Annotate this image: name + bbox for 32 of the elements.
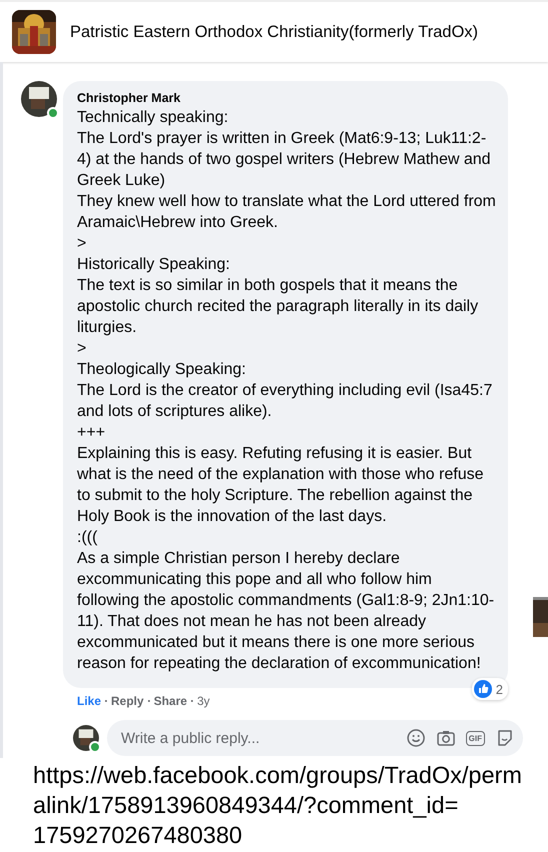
comment-text: Historically Speaking: [77, 255, 231, 275]
camera-icon[interactable] [436, 728, 456, 748]
gif-button[interactable]: GIF [466, 730, 485, 746]
action-link[interactable]: Share [154, 694, 188, 708]
comment-text: The Lord's prayer is written in Greek (Mat6:9-13; Luk11:2-4) at the hands of two gospel writers (Hebrew Mathew and Greek Luke) [77, 129, 492, 191]
url-text: 1759270267480380 [33, 821, 244, 850]
separator-dot [148, 700, 150, 702]
group-name[interactable]: Patristic Eastern Orthodox Christianity(formerly TradOx) [70, 22, 478, 42]
comment-text: Explaining this is easy. Refuting refusing it is easier. But what is the need of the explanation with those who refuse to submit to the holy Scripture. The rebellion against the Holy Book is the innovation of the last days. [77, 444, 484, 527]
action-link[interactable]: Reply [111, 694, 144, 708]
comment-text: > [77, 339, 88, 359]
comment-text: The text is so similar in both gospels that it means the apostolic church recited the paragraph literally in its daily liturgies. [77, 276, 480, 338]
comment-text: :((( [77, 528, 98, 548]
url-text: alink/1758913960849344/?comment_id= [33, 791, 460, 820]
smiley-icon[interactable] [406, 728, 426, 748]
author-name[interactable]: Christopher Mark [77, 91, 496, 105]
comment-text: +++ [77, 423, 106, 443]
comment-text: The Lord is the creator of everything including evil (Isa45:7 and lots of scriptures alike). [77, 381, 494, 422]
comment-text: Theologically Speaking: [77, 360, 247, 380]
thumbs-up-icon [474, 680, 492, 698]
reaction-count[interactable]: 2 [472, 678, 508, 700]
avatar[interactable] [21, 81, 57, 117]
comment-text: Technically speaking: [77, 108, 230, 128]
separator-dot [105, 700, 108, 702]
url-text: https://web.facebook.com/groups/TradOx/perm [33, 761, 523, 790]
comment-text: They knew well how to translate what the Lord uttered from Aramaic\Hebrew into Greek. [77, 192, 496, 233]
separator-dot [191, 700, 194, 702]
reply-field[interactable]: Write a public reply... GIF [107, 720, 523, 756]
action-link[interactable]: Like [77, 694, 102, 708]
comment-text: > [77, 234, 88, 254]
comment-text: As a simple Christian person I hereby declare excommunicating this pope and all who follow him following the apostolic commandments (Gal1:8-9; 2Jn1:10-11). That does not mean he has not been already excommunicated but it means there is one more serious reason for repeating the declaration of excommunication! [77, 549, 496, 674]
timestamp: 3y [197, 694, 210, 708]
